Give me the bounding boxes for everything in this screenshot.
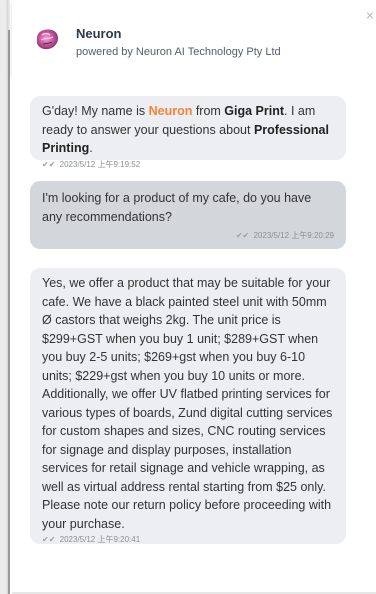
company-name: Giga Print xyxy=(224,104,285,118)
bot-avatar-icon xyxy=(36,29,58,50)
message-text: G'day! My name is Neuron from Giga Print… xyxy=(42,102,334,158)
window-edge-line xyxy=(8,30,10,594)
message-list: G'day! My name is Neuron from Giga Print… xyxy=(12,76,376,594)
double-check-icon: ✔✔ xyxy=(42,535,56,544)
message-timestamp: 2023/5/12 上午9:19:52 xyxy=(59,159,141,169)
message-meta: ✔✔ 2023/5/12 上午9:20:29 xyxy=(42,230,334,242)
double-check-icon: ✔✔ xyxy=(42,159,56,169)
powered-by-text: powered by Neuron AI Technology Pty Ltd xyxy=(76,46,281,58)
bot-message: Yes, we offer a product that may be suit… xyxy=(30,268,346,544)
bot-name: Neuron xyxy=(76,26,122,41)
message-text: I'm looking for a product of my cafe, do… xyxy=(42,191,312,224)
user-message: I'm looking for a product of my cafe, do… xyxy=(30,181,346,249)
bot-name-highlight: Neuron xyxy=(148,104,193,118)
message-timestamp: 2023/5/12 上午9:20:29 xyxy=(253,231,334,240)
message-text-part: G'day! My name is xyxy=(42,104,149,118)
message-meta: ✔✔ 2023/5/12 上午9:20:41 xyxy=(42,534,334,546)
message-text-part: from xyxy=(192,104,225,118)
close-icon[interactable]: × xyxy=(366,8,374,22)
chat-header: Neuron powered by Neuron AI Technology P… xyxy=(12,0,376,76)
message-timestamp: 2023/5/12 上午9:20:41 xyxy=(59,535,141,544)
double-check-icon: ✔✔ xyxy=(235,231,250,240)
chat-widget: Neuron powered by Neuron AI Technology P… xyxy=(0,0,376,594)
bot-message: G'day! My name is Neuron from Giga Print… xyxy=(30,96,346,169)
message-text: Yes, we offer a product that may be suit… xyxy=(42,276,333,531)
message-meta: ✔✔ 2023/5/12 上午9:19:52 xyxy=(42,159,334,171)
message-text-part: . xyxy=(89,141,93,155)
